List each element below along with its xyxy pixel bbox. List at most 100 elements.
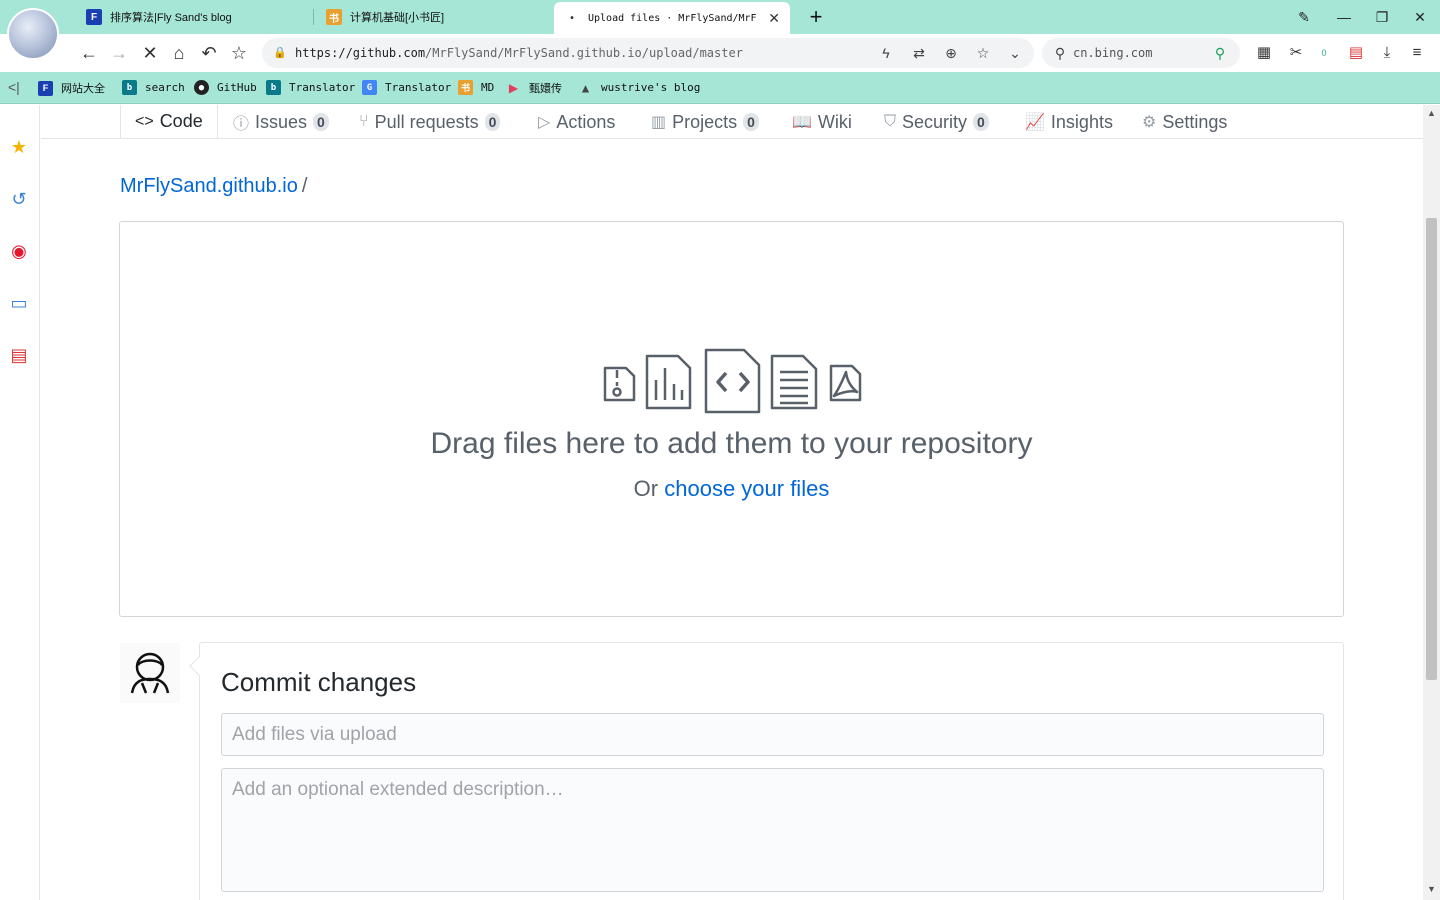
url-host: https://github.com: [295, 46, 426, 60]
choose-files-link[interactable]: choose your files: [664, 476, 829, 501]
counter-badge-icon[interactable]: 0: [1313, 42, 1335, 64]
breadcrumb-separator: /: [301, 175, 308, 197]
drop-zone-prefix: Or: [633, 476, 659, 501]
history-icon[interactable]: ↺: [8, 188, 30, 210]
translate-icon[interactable]: ⇄: [909, 43, 929, 63]
pdf-reader-icon[interactable]: ▤: [8, 344, 30, 366]
scroll-down-arrow-icon[interactable]: ▼: [1423, 881, 1440, 898]
repo-nav: <> Code ⓘ Issues 0 ⑂ Pull requests 0 ▷ A…: [41, 105, 1423, 139]
bing-favicon-icon: b: [122, 80, 137, 95]
bookmark-item[interactable]: F 网站大全: [38, 80, 105, 96]
zoom-icon[interactable]: ⊕: [941, 43, 961, 63]
browser-profile-avatar[interactable]: [7, 8, 59, 60]
browser-tab-sorting-blog[interactable]: F 排序算法|Fly Sand's blog: [76, 2, 314, 32]
forward-arrow-icon[interactable]: →: [107, 41, 131, 65]
download-icon[interactable]: ⤓: [1376, 42, 1398, 64]
tab-actions[interactable]: ▷ Actions: [538, 105, 615, 139]
menu-icon[interactable]: ≡: [1406, 42, 1428, 64]
book-favicon-icon: 书: [326, 9, 342, 25]
tab-code[interactable]: <> Code: [120, 105, 218, 138]
vertical-scrollbar[interactable]: ▲ ▼: [1423, 105, 1440, 900]
tab-separator: [313, 9, 314, 25]
bookmark-item[interactable]: b Translator: [266, 80, 355, 95]
scroll-up-arrow-icon[interactable]: ▲: [1423, 105, 1440, 122]
commit-description-textarea[interactable]: [221, 768, 1324, 892]
github-upload-page: <> Code ⓘ Issues 0 ⑂ Pull requests 0 ▷ A…: [41, 105, 1423, 900]
loading-favicon-icon: •: [570, 12, 574, 24]
google-translate-favicon-icon: G: [362, 80, 377, 95]
tab-counter: 0: [743, 113, 759, 131]
bookmark-item[interactable]: ● GitHub: [194, 80, 257, 95]
search-engine-box[interactable]: ⚲ cn.bing.com ⚲: [1042, 38, 1240, 68]
tab-label: Code: [159, 111, 203, 131]
new-tab-button[interactable]: +: [804, 4, 828, 30]
stop-loading-icon[interactable]: ✕: [138, 41, 162, 65]
back-arrow-icon[interactable]: ←: [77, 41, 101, 65]
drop-zone-subtitle: Or choose your files: [120, 476, 1343, 502]
bookmark-item[interactable]: 书 MD: [458, 80, 494, 95]
commit-summary-input[interactable]: [221, 713, 1324, 756]
tab-label: Projects: [672, 111, 738, 132]
blog-favicon-icon: F: [86, 9, 102, 25]
tab-security[interactable]: ⛉ Security 0: [884, 105, 989, 139]
close-tab-icon[interactable]: ✕: [768, 10, 780, 27]
lock-icon[interactable]: 🔒: [270, 43, 290, 63]
close-window-icon[interactable]: ✕: [1408, 6, 1432, 28]
undo-icon[interactable]: ↶: [197, 41, 221, 65]
home-icon[interactable]: ⌂: [167, 41, 191, 65]
apps-grid-icon[interactable]: ▦: [1253, 42, 1275, 64]
extension-icon[interactable]: ✂: [1285, 42, 1307, 64]
tab-issues[interactable]: ⓘ Issues 0: [233, 105, 329, 139]
tab-projects[interactable]: ▥ Projects 0: [651, 105, 759, 139]
gear-icon: ⚙: [1142, 114, 1157, 131]
avatar[interactable]: [120, 643, 180, 703]
notes-icon[interactable]: ✎: [1292, 6, 1316, 28]
file-type-icons: [120, 348, 1343, 414]
bookmark-label: 网站大全: [61, 83, 105, 95]
drop-zone-title: Drag files here to add them to your repo…: [430, 427, 1033, 460]
bookmark-item[interactable]: ▶ 甄嬛传: [506, 80, 562, 96]
tab-pull-requests[interactable]: ⑂ Pull requests 0: [359, 105, 501, 139]
bookmark-item[interactable]: G Translator: [362, 80, 451, 95]
url-text[interactable]: https://github.com/MrFlySand/MrFlySand.g…: [295, 46, 743, 60]
repo-link[interactable]: MrFlySand.github.io: [120, 175, 298, 197]
tab-counter: 0: [484, 113, 501, 131]
pdf-icon[interactable]: ▤: [1345, 42, 1367, 64]
bookmark-label: MD: [481, 81, 495, 94]
tab-insights[interactable]: 📈 Insights: [1025, 105, 1113, 139]
bookmark-item[interactable]: ▲ wustrive's blog: [578, 80, 700, 95]
book-icon: 📖: [792, 114, 812, 131]
tab-title: Upload files · MrFlySand/MrF: [588, 12, 757, 24]
text-file-icon: [770, 354, 818, 410]
weibo-icon[interactable]: ◉: [8, 240, 30, 262]
tab-label: Pull requests: [374, 111, 479, 132]
browser-window-icon[interactable]: ▭: [8, 292, 30, 314]
minimize-icon[interactable]: —: [1332, 6, 1356, 28]
bookmark-star-icon[interactable]: ☆: [227, 41, 251, 65]
lightning-icon[interactable]: ϟ: [876, 43, 896, 63]
search-engine-label: cn.bing.com: [1073, 46, 1153, 60]
favorites-star-icon[interactable]: ★: [8, 136, 30, 158]
tab-wiki[interactable]: 📖 Wiki: [792, 105, 852, 139]
favorite-star-icon[interactable]: ☆: [973, 43, 993, 63]
bookmark-label: Translator: [385, 81, 452, 94]
scrollbar-thumb[interactable]: [1426, 218, 1437, 680]
bookmark-label: search: [145, 81, 185, 94]
file-drop-zone[interactable]: Drag files here to add them to your repo…: [119, 221, 1344, 617]
browser-tab-computer-basics[interactable]: 书 计算机基础[小书匠]: [316, 2, 552, 32]
commit-title: Commit changes: [221, 667, 417, 697]
browser-tab-upload-files[interactable]: • Upload files · MrFlySand/MrF ✕: [554, 2, 790, 34]
collapse-sidebar-icon[interactable]: <|: [8, 79, 20, 95]
tab-title: 排序算法|Fly Sand's blog: [110, 12, 232, 24]
tab-settings[interactable]: ⚙ Settings: [1142, 105, 1227, 139]
restore-icon[interactable]: ❐: [1370, 6, 1394, 28]
pull-request-icon: ⑂: [359, 113, 369, 130]
address-bar[interactable]: 🔒 https://github.com/MrFlySand/MrFlySand…: [262, 38, 1034, 68]
bookmark-item[interactable]: b search: [122, 80, 185, 95]
search-go-icon[interactable]: ⚲: [1210, 43, 1230, 63]
person-favicon-icon: ▲: [581, 80, 590, 95]
chart-file-icon: [645, 354, 692, 410]
bookmark-label: Translator: [289, 81, 356, 94]
tab-title: 计算机基础[小书匠]: [350, 12, 445, 24]
chevron-down-icon[interactable]: ⌄: [1005, 43, 1025, 63]
